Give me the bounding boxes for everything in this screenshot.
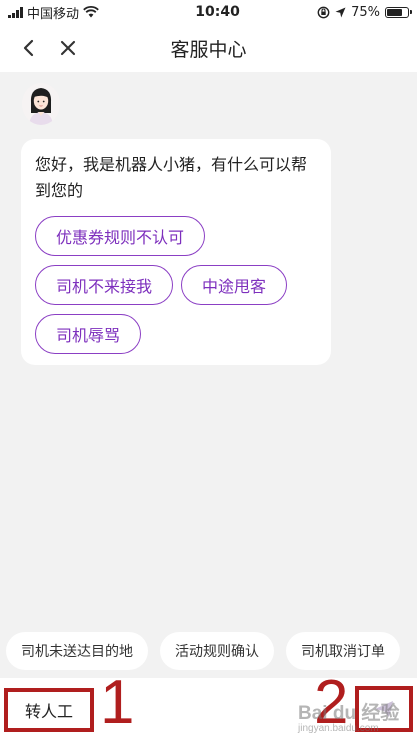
close-icon	[60, 40, 76, 56]
status-time: 10:40	[195, 4, 240, 20]
bot-greeting-text: 您好，我是机器人小猪，有什么可以帮到您的	[35, 155, 308, 200]
baidu-watermark: Bai du 经验 jingyan.baidu.com	[298, 698, 410, 738]
battery-icon	[385, 6, 412, 18]
quick-reply-activity-rules[interactable]: 活动规则确认	[160, 632, 274, 670]
signal-icon	[8, 6, 23, 18]
battery-level	[387, 8, 402, 16]
status-bar: 中国移动 10:40 75%	[0, 0, 417, 24]
carrier-name: 中国移动	[27, 6, 80, 22]
nav-bar: 客服中心	[0, 24, 417, 72]
quick-reply-not-delivered[interactable]: 司机未送达目的地	[6, 632, 148, 670]
transfer-to-human-button[interactable]: 转人工	[4, 688, 94, 732]
female-agent-avatar	[22, 83, 60, 125]
chevron-left-icon	[23, 39, 34, 57]
watermark-main-text: Bai du 经验	[298, 703, 400, 724]
wifi-icon	[83, 6, 99, 18]
quick-reply-row[interactable]: 司机未送达目的地 活动规则确认 司机取消订单	[0, 632, 417, 670]
back-button[interactable]	[14, 34, 42, 62]
suggestion-list: 优惠券规则不认可 司机不来接我 中途甩客 司机辱骂	[35, 216, 317, 354]
annotation-marker-1: 1	[100, 668, 135, 737]
quick-reply-driver-cancelled[interactable]: 司机取消订单	[286, 632, 400, 670]
avatar-illustration	[22, 83, 60, 125]
suggestion-chip-driver-abuse[interactable]: 司机辱骂	[35, 314, 142, 354]
status-left: 中国移动	[8, 3, 158, 22]
suggestion-chip-coupon-rules[interactable]: 优惠券规则不认可	[35, 216, 206, 256]
suggestion-chip-driver-no-show[interactable]: 司机不来接我	[35, 265, 174, 305]
bot-message-bubble: 您好，我是机器人小猪，有什么可以帮到您的 优惠券规则不认可 司机不来接我 中途甩…	[21, 139, 331, 365]
close-button[interactable]	[54, 34, 82, 62]
location-icon	[335, 7, 346, 17]
suggestion-chip-dropped-midway[interactable]: 中途甩客	[181, 265, 288, 305]
battery-percent: 75%	[351, 4, 380, 20]
status-right: 75%	[317, 4, 412, 20]
orientation-lock-icon	[317, 6, 330, 18]
